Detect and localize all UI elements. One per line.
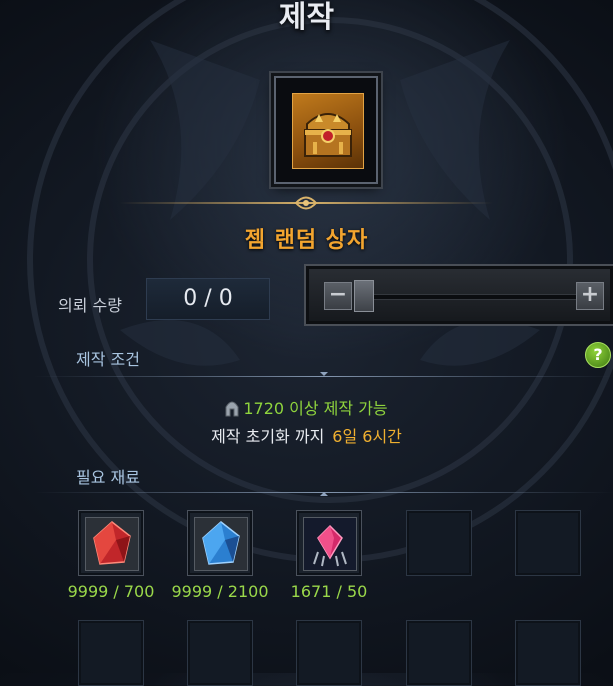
item-name: 젬 랜덤 상자 (244, 228, 369, 253)
window-title: 제작 (278, 0, 335, 35)
material-slot-empty (515, 510, 581, 576)
treasure-chest-icon[interactable] (292, 93, 364, 169)
material-slot-empty (187, 620, 253, 686)
increase-button[interactable]: + (576, 282, 604, 310)
required-materials-title: 필요 재료 (76, 468, 140, 487)
material-count-red: 9999 / 700 (67, 582, 155, 601)
craft-conditions-title: 제작 조건 (76, 350, 140, 369)
material-slot-pink-crystal[interactable] (296, 510, 362, 576)
material-slot-red-gem[interactable] (78, 510, 144, 576)
materials-separator (34, 492, 613, 496)
material-slot-empty (406, 620, 472, 686)
requirement-text: 1720 이상 제작 가능 (0, 395, 613, 421)
material-count-blue: 9999 / 2100 (171, 582, 269, 601)
slider-track[interactable] (370, 294, 578, 300)
conditions-separator (34, 372, 613, 377)
quantity-slider: − + (304, 264, 613, 326)
decrease-button[interactable]: − (324, 282, 352, 310)
quantity-input[interactable]: 0 / 0 (146, 278, 270, 320)
help-icon[interactable]: ? (585, 342, 611, 368)
reset-time: 6일 6시간 (332, 427, 402, 446)
blue-gem-icon (194, 517, 248, 571)
material-count-pink: 1671 / 50 (290, 582, 368, 601)
helmet-icon (225, 399, 239, 421)
pink-crystal-icon (303, 517, 357, 571)
reset-timer: 제작 초기화 까지 6일 6시간 (0, 423, 613, 447)
reset-label: 제작 초기화 까지 (211, 427, 325, 446)
material-slot-empty (78, 620, 144, 686)
title-divider (120, 196, 493, 210)
material-slot-blue-gem[interactable] (187, 510, 253, 576)
item-preview-frame (274, 76, 378, 184)
quantity-label: 의뢰 수량 (58, 296, 122, 315)
requirement-label: 1720 이상 제작 가능 (243, 399, 388, 418)
material-slot-empty (296, 620, 362, 686)
slider-thumb[interactable] (354, 280, 374, 312)
material-slot-empty (515, 620, 581, 686)
red-gem-icon (85, 517, 139, 571)
material-slot-empty (406, 510, 472, 576)
